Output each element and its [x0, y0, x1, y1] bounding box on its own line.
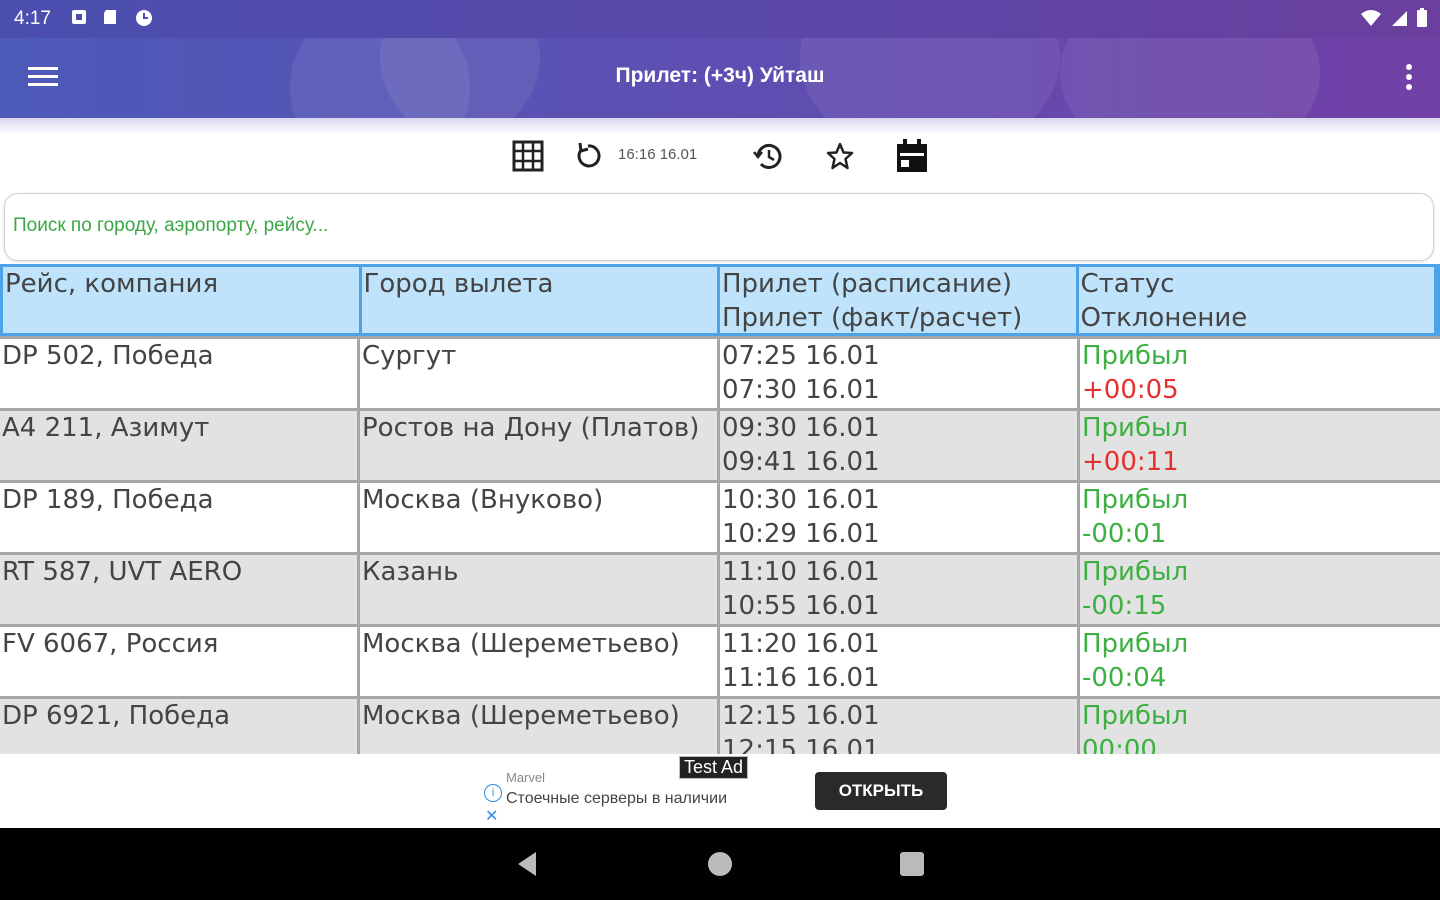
ad-text: Стоечные серверы в наличии: [506, 790, 728, 807]
ad-info-icon[interactable]: i: [484, 784, 502, 802]
city-cell: Казань: [362, 557, 459, 587]
back-icon[interactable]: [514, 850, 542, 878]
history-button[interactable]: [748, 136, 788, 176]
header-actual-label: Прилет (факт/расчет): [722, 303, 1023, 333]
wifi-icon: [1361, 10, 1381, 26]
status-cell: Прибыл: [1082, 413, 1189, 443]
deviation-cell: -00:15: [1082, 591, 1167, 621]
header-flight-label: Рейс, компания: [5, 269, 219, 299]
status-cell: Прибыл: [1082, 485, 1189, 515]
city-cell: Москва (Шереметьево): [362, 701, 680, 731]
favorites-button[interactable]: [820, 136, 860, 176]
sync-icon: [136, 10, 152, 26]
star-icon: [826, 142, 854, 170]
sd-card-icon: [104, 10, 116, 24]
header-flight[interactable]: Рейс, компания: [3, 267, 362, 333]
actual-cell: 09:41 16.01: [722, 447, 880, 477]
battery-icon: [1417, 8, 1427, 27]
more-options-icon[interactable]: [1402, 62, 1416, 92]
scheduled-cell: 09:30 16.01: [722, 413, 880, 443]
last-update-time: 16:16 16.01: [618, 146, 698, 163]
table-row[interactable]: DP 189, Победа Москва (Внуково) 10:30 16…: [0, 480, 1440, 552]
status-bar: 4:17: [0, 0, 1440, 38]
header-status[interactable]: Статус Отклонение: [1079, 267, 1437, 333]
city-cell: Сургут: [362, 341, 457, 371]
flight-cell: DP 189, Победа: [2, 485, 214, 515]
deviation-cell: +00:11: [1082, 447, 1179, 477]
scheduled-cell: 11:20 16.01: [722, 629, 880, 659]
table-row[interactable]: RT 587, UVT AERO Казань 11:10 16.01 10:55…: [0, 552, 1440, 624]
arrivals-table: Рейс, компания Город вылета Прилет (расп…: [0, 264, 1440, 754]
actual-cell: 11:16 16.01: [722, 663, 880, 693]
status-time: 4:17: [14, 8, 51, 29]
deviation-cell: -00:04: [1082, 663, 1167, 693]
status-right-icons: [1360, 8, 1428, 28]
flight-cell: RT 587, UVT AERO: [2, 557, 243, 587]
grid-icon: [512, 140, 544, 172]
home-icon[interactable]: [706, 850, 734, 878]
flight-cell: FV 6067, Россия: [2, 629, 219, 659]
city-cell: Москва (Шереметьево): [362, 629, 680, 659]
table-row[interactable]: A4 211, Азимут Ростов на Дону (Платов) 0…: [0, 408, 1440, 480]
actual-cell: 07:30 16.01: [722, 375, 880, 405]
ad-open-button[interactable]: ОТКРЫТЬ: [815, 772, 947, 810]
refresh-icon: [577, 142, 601, 168]
table-row[interactable]: FV 6067, Россия Москва (Шереметьево) 11:…: [0, 624, 1440, 696]
ad-close-icon[interactable]: ✕: [485, 806, 498, 825]
table-view-button[interactable]: [508, 136, 548, 176]
search-box: [4, 193, 1434, 261]
signal-icon: [1392, 11, 1407, 26]
history-icon: [753, 143, 782, 169]
flight-cell: A4 211, Азимут: [2, 413, 210, 443]
system-nav-bar: [0, 828, 1440, 900]
table-row[interactable]: DP 6921, Победа Москва (Шереметьево) 12:…: [0, 696, 1440, 754]
scheduled-cell: 12:15 16.01: [722, 701, 880, 731]
actual-cell: 10:29 16.01: [722, 519, 880, 549]
flight-cell: DP 6921, Победа: [2, 701, 231, 731]
deviation-cell: -00:01: [1082, 519, 1167, 549]
header-status-label: Статус: [1080, 269, 1175, 299]
ad-banner[interactable]: Test Ad i ✕ Marvel Стоечные серверы в на…: [480, 754, 960, 828]
scheduled-cell: 07:25 16.01: [722, 341, 880, 371]
test-ad-label: Test Ad: [679, 756, 749, 779]
scheduled-cell: 11:10 16.01: [722, 557, 880, 587]
header-deviation-label: Отклонение: [1080, 303, 1248, 333]
header-scheduled-label: Прилет (расписание): [722, 269, 1013, 299]
toolbar: 16:16 16.01: [0, 136, 1440, 180]
refresh-button[interactable]: [568, 136, 608, 176]
recents-icon[interactable]: [898, 850, 926, 878]
table-header-row: Рейс, компания Город вылета Прилет (расп…: [0, 264, 1440, 336]
actual-cell: 12:15 16.01: [722, 735, 880, 754]
deviation-cell: +00:05: [1082, 375, 1179, 405]
status-cell: Прибыл: [1082, 341, 1189, 371]
status-cell: Прибыл: [1082, 629, 1189, 659]
deviation-cell: 00:00: [1082, 735, 1157, 754]
header-arrival[interactable]: Прилет (расписание) Прилет (факт/расчет): [720, 267, 1079, 333]
page-title: Прилет: (+3ч) Уйташ: [615, 64, 825, 87]
flight-cell: DP 502, Победа: [2, 341, 214, 371]
header-city[interactable]: Город вылета: [362, 267, 720, 333]
search-input[interactable]: [11, 214, 1415, 238]
notification-icon: [72, 10, 86, 24]
app-bar: Прилет: (+3ч) Уйташ: [0, 38, 1440, 118]
app-bar-shadow: [0, 118, 1440, 134]
calendar-icon: [897, 139, 927, 172]
scheduled-cell: 10:30 16.01: [722, 485, 880, 515]
ad-brand: Marvel: [506, 770, 546, 785]
status-cell: Прибыл: [1082, 701, 1189, 731]
city-cell: Москва (Внуково): [362, 485, 604, 515]
header-city-label: Город вылета: [363, 269, 554, 299]
status-cell: Прибыл: [1082, 557, 1189, 587]
actual-cell: 10:55 16.01: [722, 591, 880, 621]
calendar-button[interactable]: [892, 136, 932, 176]
status-icons: [70, 8, 154, 28]
city-cell: Ростов на Дону (Платов): [362, 413, 700, 443]
table-row[interactable]: DP 502, Победа Сургут 07:25 16.01 07:30 1…: [0, 336, 1440, 408]
